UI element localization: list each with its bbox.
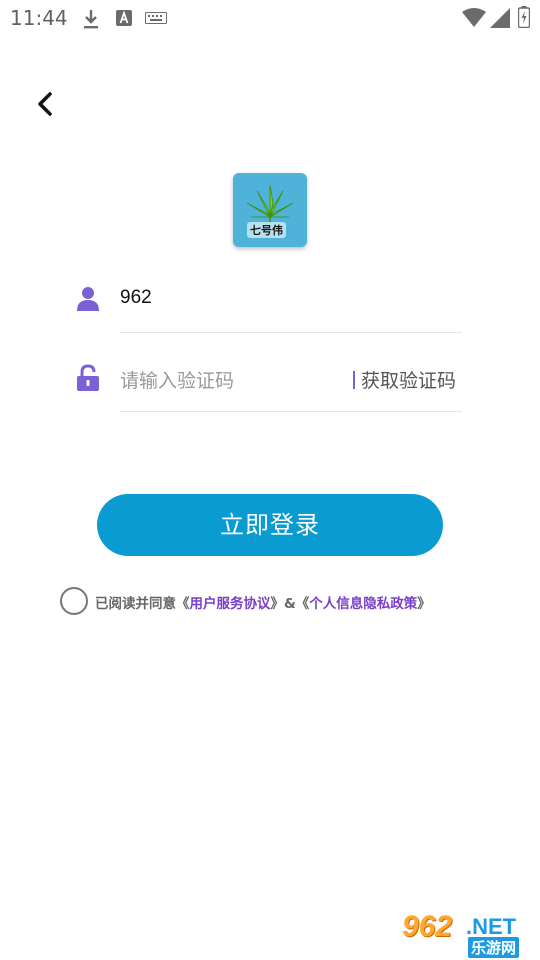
app-logo: 七号伟 xyxy=(233,173,307,247)
agreement-prefix: 已阅读并同意《 xyxy=(95,596,190,612)
keyboard-icon xyxy=(145,12,167,24)
privacy-policy-link[interactable]: 个人信息隐私政策 xyxy=(309,596,417,612)
get-code-label: 获取验证码 xyxy=(360,370,456,392)
agreement-text: 已阅读并同意《用户服务协议》&《个人信息隐私政策》 xyxy=(95,592,431,612)
a-badge-icon xyxy=(116,10,132,26)
code-field[interactable]: 请输入验证码 获取验证码 xyxy=(76,352,462,412)
back-button[interactable] xyxy=(28,86,64,122)
lock-icon xyxy=(77,364,99,391)
code-underline xyxy=(120,411,462,412)
chevron-left-icon xyxy=(38,92,52,116)
phone-underline xyxy=(120,332,462,333)
agree-checkbox[interactable] xyxy=(60,587,88,615)
watermark-number: 962 xyxy=(402,910,453,943)
phone-input[interactable]: 962 xyxy=(120,287,152,309)
signal-icon xyxy=(490,8,510,28)
wifi-icon xyxy=(462,8,486,27)
battery-charging-icon xyxy=(518,6,530,28)
status-bar: 11:44 xyxy=(0,0,540,36)
status-time: 11:44 xyxy=(10,6,68,30)
login-button[interactable]: 立即登录 xyxy=(97,494,443,556)
logo-text: 七号伟 xyxy=(247,222,286,238)
user-agreement-link[interactable]: 用户服务协议 xyxy=(190,596,271,612)
user-icon xyxy=(77,287,99,311)
code-input[interactable]: 请输入验证码 xyxy=(120,366,234,393)
divider xyxy=(352,371,355,389)
phone-field[interactable]: 962 xyxy=(76,273,462,333)
watermark-sub: 乐游网 xyxy=(468,937,520,958)
agreement-suffix: 》 xyxy=(417,596,431,612)
get-code-button[interactable]: 获取验证码 xyxy=(352,366,456,393)
watermark: 962 .NET 乐游网 xyxy=(402,910,534,958)
download-icon xyxy=(84,10,98,29)
agreement-middle: 》&《 xyxy=(270,596,310,612)
